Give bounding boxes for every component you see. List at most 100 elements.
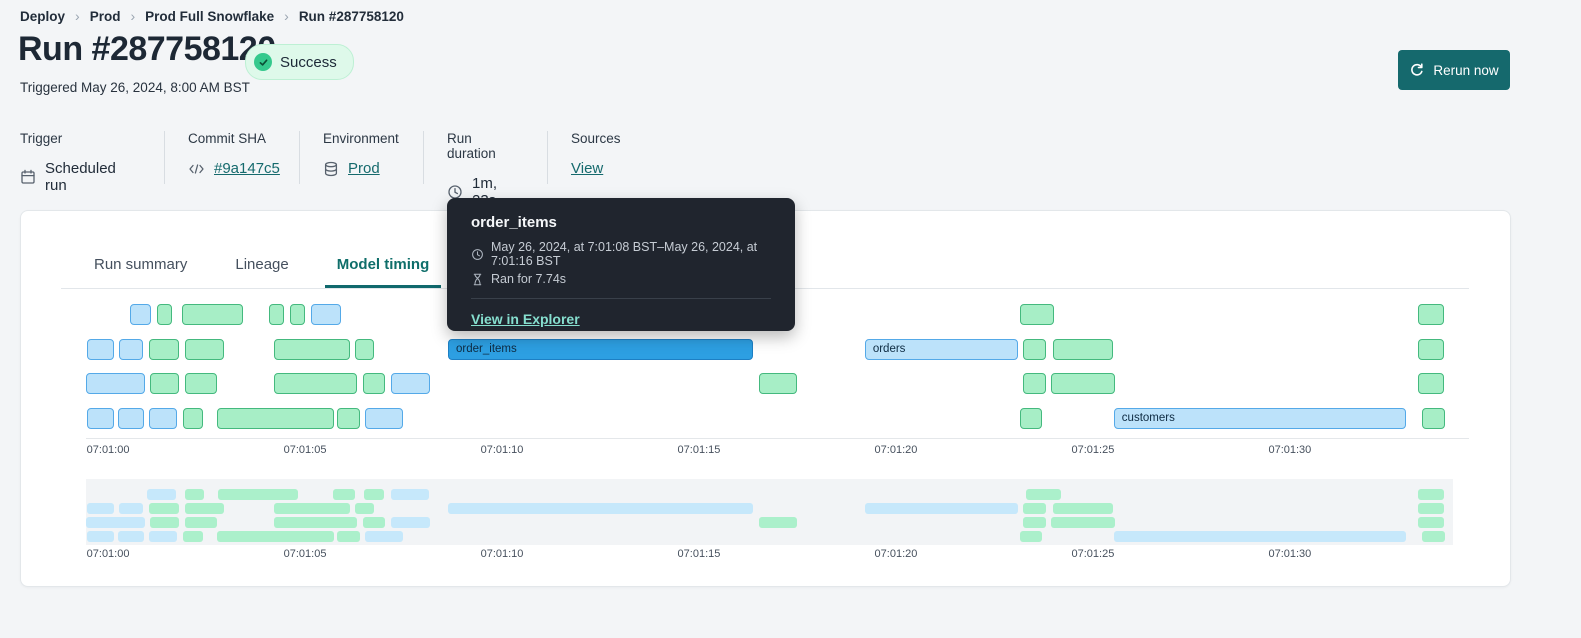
- model-bar[interactable]: [364, 408, 404, 429]
- model-bar[interactable]: [273, 339, 350, 360]
- model-bar[interactable]: [86, 373, 146, 394]
- model-bar[interactable]: [217, 408, 335, 429]
- model-bar[interactable]: [1421, 408, 1446, 429]
- breadcrumb-item-prod-full-snowflake[interactable]: Prod Full Snowflake: [145, 9, 274, 24]
- model-bar[interactable]: [184, 517, 218, 528]
- model-bar[interactable]: [1050, 373, 1115, 394]
- tab-lineage[interactable]: Lineage: [223, 256, 300, 288]
- model-bar[interactable]: [184, 373, 218, 394]
- model-bar[interactable]: [182, 531, 203, 542]
- model-bar[interactable]: [86, 517, 146, 528]
- model-bar[interactable]: [364, 531, 404, 542]
- detail-value[interactable]: #9a147c5: [214, 160, 280, 177]
- model-bar[interactable]: [1025, 489, 1062, 500]
- model-bar[interactable]: [119, 503, 144, 514]
- model-bar[interactable]: [149, 408, 177, 429]
- timing-minimap[interactable]: [86, 479, 1453, 545]
- model-bar[interactable]: [333, 489, 356, 500]
- model-bar[interactable]: [864, 503, 1019, 514]
- model-bar[interactable]: [362, 373, 385, 394]
- model-bar[interactable]: [355, 339, 374, 360]
- model-bar-orders[interactable]: orders: [864, 339, 1019, 360]
- model-bar[interactable]: [1022, 517, 1046, 528]
- axis-tick-label: 07:01:15: [677, 444, 721, 456]
- model-bar[interactable]: [147, 489, 177, 500]
- model-bar[interactable]: [129, 304, 152, 325]
- model-bar[interactable]: [1421, 531, 1446, 542]
- model-bar[interactable]: [117, 531, 144, 542]
- model-bar[interactable]: [1020, 408, 1042, 429]
- detail-column-trigger: Trigger Scheduled run: [20, 131, 116, 194]
- model-bar[interactable]: [217, 531, 335, 542]
- model-bar[interactable]: [1417, 373, 1445, 394]
- detail-column-sources: Sources View: [571, 131, 621, 177]
- model-bar[interactable]: [1020, 304, 1055, 325]
- model-bar[interactable]: [1417, 517, 1445, 528]
- model-bar[interactable]: [184, 489, 205, 500]
- model-bar[interactable]: [149, 503, 179, 514]
- model-bar[interactable]: [390, 489, 430, 500]
- model-bar[interactable]: [1417, 339, 1445, 360]
- model-bar[interactable]: [336, 408, 361, 429]
- model-bar[interactable]: [217, 489, 298, 500]
- axis-tick-label: 07:01:25: [1071, 548, 1115, 560]
- model-bar[interactable]: [1052, 503, 1113, 514]
- model-bar[interactable]: [1020, 531, 1042, 542]
- model-bar[interactable]: [310, 304, 342, 325]
- breadcrumb-item-deploy[interactable]: Deploy: [20, 9, 65, 24]
- breadcrumb: Deploy › Prod › Prod Full Snowflake › Run #287…: [20, 8, 404, 24]
- model-bar[interactable]: [87, 339, 114, 360]
- model-bar[interactable]: [1417, 489, 1445, 500]
- model-bar[interactable]: [157, 304, 172, 325]
- model-bar[interactable]: [273, 373, 358, 394]
- detail-label: Commit SHA: [188, 131, 267, 146]
- detail-value[interactable]: View: [571, 160, 603, 177]
- model-bar[interactable]: [290, 304, 306, 325]
- model-bar[interactable]: [1113, 531, 1407, 542]
- model-bar[interactable]: [1417, 304, 1445, 325]
- model-bar[interactable]: [87, 408, 114, 429]
- breadcrumb-separator: ›: [284, 8, 289, 24]
- model-bar[interactable]: [1050, 517, 1115, 528]
- tab-model-timing[interactable]: Model timing: [324, 256, 442, 288]
- axis-tick-label: 07:01:15: [677, 548, 721, 560]
- model-bar[interactable]: [364, 489, 384, 500]
- breadcrumb-item-prod[interactable]: Prod: [90, 9, 121, 24]
- model-bar[interactable]: [150, 373, 179, 394]
- axis-tick-label: 07:01:20: [874, 444, 918, 456]
- model-bar[interactable]: [758, 373, 798, 394]
- model-bar[interactable]: [1022, 339, 1046, 360]
- model-bar[interactable]: [1022, 503, 1046, 514]
- model-bar[interactable]: [87, 503, 114, 514]
- model-bar[interactable]: [182, 304, 244, 325]
- model-bar[interactable]: [119, 339, 144, 360]
- model-bar[interactable]: [149, 531, 177, 542]
- model-bar[interactable]: [448, 503, 753, 514]
- model-bar[interactable]: [117, 408, 144, 429]
- model-bar[interactable]: [1022, 373, 1046, 394]
- model-bar[interactable]: [273, 517, 358, 528]
- model-bar[interactable]: [150, 517, 179, 528]
- model-bar[interactable]: [390, 517, 430, 528]
- model-bar[interactable]: [182, 408, 203, 429]
- model-bar[interactable]: [336, 531, 361, 542]
- model-bar[interactable]: [355, 503, 374, 514]
- model-bar-customers[interactable]: customers: [1113, 408, 1407, 429]
- model-bar-order_items[interactable]: order_items: [448, 339, 753, 360]
- model-bar[interactable]: [184, 503, 225, 514]
- rerun-now-button[interactable]: Rerun now: [1398, 50, 1510, 90]
- model-bar[interactable]: [1417, 503, 1445, 514]
- model-bar[interactable]: [87, 531, 114, 542]
- model-bar[interactable]: [758, 517, 798, 528]
- model-bar[interactable]: [273, 503, 350, 514]
- calendar-icon: [20, 169, 36, 185]
- detail-value[interactable]: Prod: [348, 160, 380, 177]
- model-bar[interactable]: [1052, 339, 1113, 360]
- model-bar[interactable]: [149, 339, 179, 360]
- view-in-explorer-link[interactable]: View in Explorer: [471, 311, 580, 327]
- model-bar[interactable]: [362, 517, 385, 528]
- model-bar[interactable]: [269, 304, 285, 325]
- tab-run-summary[interactable]: Run summary: [82, 256, 199, 288]
- model-bar[interactable]: [390, 373, 430, 394]
- model-bar[interactable]: [184, 339, 225, 360]
